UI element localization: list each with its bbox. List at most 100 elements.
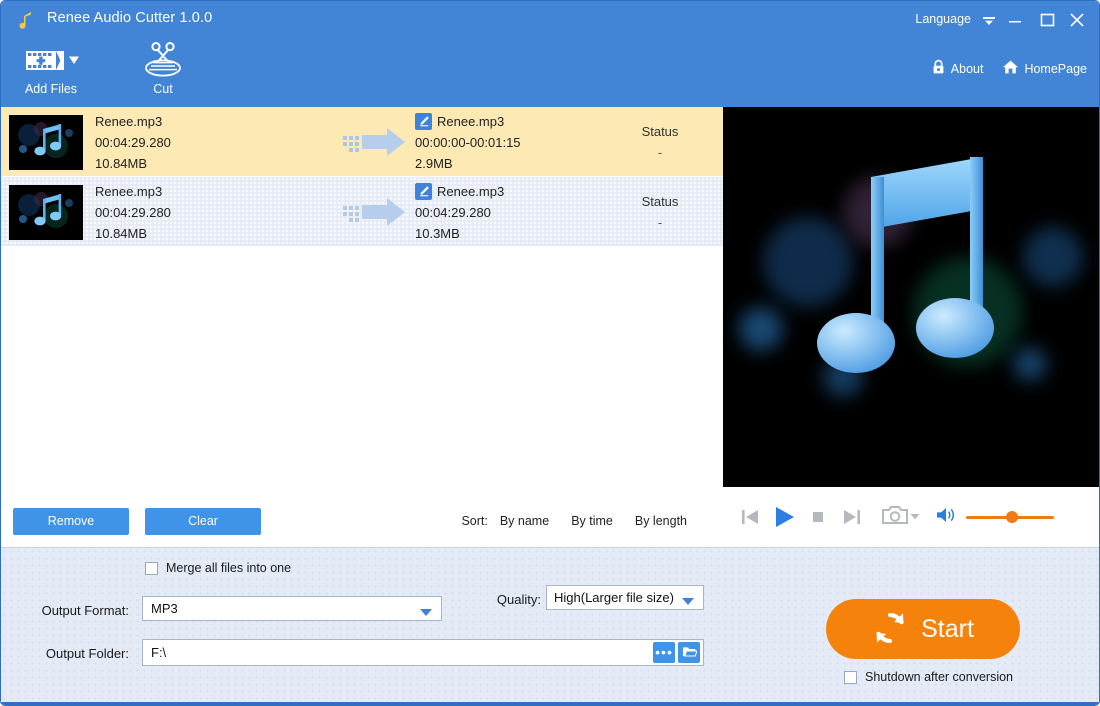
source-duration: 00:04:29.280	[95, 134, 171, 150]
app-header: Renee Audio Cutter 1.0.0 Language About …	[1, 1, 1099, 107]
source-duration: 00:04:29.280	[95, 204, 171, 220]
output-format-label: Output Format:	[41, 603, 129, 618]
home-icon	[1002, 59, 1019, 78]
volume-slider[interactable]	[966, 511, 1054, 523]
thumbnail	[9, 114, 83, 170]
header-links: About HomePage	[931, 59, 1087, 78]
file-list[interactable]: Renee.mp3 00:04:29.280 10.84MB Renee.mp3…	[1, 107, 723, 495]
table-row[interactable]: Renee.mp3 00:04:29.280 10.84MB Renee.mp3…	[1, 177, 723, 247]
target-size: 10.3MB	[415, 225, 460, 241]
homepage-button[interactable]: HomePage	[1002, 59, 1087, 78]
play-icon[interactable]	[767, 500, 801, 534]
thumbnail	[9, 184, 83, 240]
chevron-down-icon[interactable]	[909, 508, 921, 526]
status-label: Status	[641, 194, 679, 209]
sort-by-time[interactable]: By time	[571, 514, 613, 528]
sort-controls: Sort: By name By time By length	[461, 514, 687, 528]
skip-next-icon[interactable]	[835, 500, 869, 534]
target-size: 2.9MB	[415, 155, 453, 171]
skip-previous-icon[interactable]	[733, 500, 767, 534]
output-folder-input[interactable]	[143, 645, 653, 660]
about-button[interactable]: About	[931, 59, 984, 78]
scissors-icon	[121, 41, 205, 79]
status-badge: -	[657, 145, 663, 160]
close-icon[interactable]	[1065, 9, 1089, 31]
target-name: Renee.mp3	[437, 183, 505, 199]
add-files-label: Add Files	[24, 82, 78, 96]
browse-dots-label: •••	[655, 644, 673, 660]
quality-select[interactable]: High(Larger file size)	[546, 585, 704, 610]
target-info: Renee.mp3 00:00:00-00:01:15 2.9MB	[415, 111, 605, 174]
output-folder-label: Output Folder:	[45, 646, 129, 661]
merge-files-option[interactable]: Merge all files into one	[145, 561, 291, 575]
add-files-icon	[9, 41, 93, 79]
chevron-down-icon[interactable]	[981, 14, 997, 28]
shutdown-checkbox[interactable]	[844, 670, 857, 684]
source-info: Renee.mp3 00:04:29.280 10.84MB	[95, 111, 335, 174]
clear-button[interactable]: Clear	[145, 507, 261, 535]
target-info: Renee.mp3 00:04:29.280 10.3MB	[415, 181, 605, 244]
edit-pencil-icon[interactable]	[415, 112, 432, 130]
open-folder-button[interactable]	[678, 642, 700, 663]
maximize-icon[interactable]	[1035, 9, 1059, 31]
volume-control[interactable]	[935, 505, 1054, 530]
volume-slider-knob[interactable]	[1006, 511, 1018, 523]
start-label: Start	[921, 614, 974, 643]
output-format-select[interactable]: MP3	[142, 596, 442, 621]
camera-icon	[881, 504, 909, 531]
target-name: Renee.mp3	[437, 113, 505, 129]
snapshot-button[interactable]	[881, 504, 921, 531]
status-cell: Status -	[605, 191, 715, 233]
shutdown-option[interactable]: Shutdown after conversion	[844, 670, 1013, 684]
sort-label: Sort:	[461, 514, 488, 528]
browse-folder-button[interactable]: •••	[653, 642, 675, 663]
lock-icon	[931, 59, 946, 78]
shutdown-label: Shutdown after conversion	[865, 670, 1014, 684]
source-size: 10.84MB	[95, 155, 148, 171]
language-menu[interactable]: Language	[915, 12, 971, 26]
minimize-icon[interactable]	[1003, 9, 1027, 31]
table-row[interactable]: Renee.mp3 00:04:29.280 10.84MB Renee.mp3…	[1, 107, 723, 177]
merge-files-checkbox[interactable]	[145, 561, 158, 575]
app-title: Renee Audio Cutter 1.0.0	[47, 10, 213, 26]
stop-icon[interactable]	[801, 500, 835, 534]
arrow-right-icon	[335, 197, 415, 227]
source-size: 10.84MB	[95, 225, 148, 241]
title-bar: Renee Audio Cutter 1.0.0 Language	[1, 1, 1099, 39]
app-window: Renee Audio Cutter 1.0.0 Language About …	[0, 0, 1100, 706]
cut-button[interactable]: Cut	[121, 41, 205, 103]
cut-label: Cut	[153, 82, 173, 96]
list-action-bar: Remove Clear Sort: By name By time By le…	[1, 495, 723, 547]
quality-label: Quality:	[496, 592, 541, 607]
target-range: 00:04:29.280	[415, 204, 491, 220]
status-badge: -	[657, 215, 663, 230]
homepage-label: HomePage	[1024, 61, 1087, 76]
chevron-down-icon[interactable]	[681, 594, 695, 609]
target-range: 00:00:00-00:01:15	[415, 134, 521, 150]
output-folder-row[interactable]: •••	[142, 639, 704, 666]
sort-by-length[interactable]: By length	[635, 514, 687, 528]
source-name: Renee.mp3	[95, 113, 163, 129]
start-button[interactable]: Start	[826, 599, 1020, 659]
music-note-artwork	[817, 157, 994, 373]
sort-by-name[interactable]: By name	[500, 514, 549, 528]
source-name: Renee.mp3	[95, 183, 163, 199]
about-label: About	[950, 61, 984, 76]
output-format-value: MP3	[151, 601, 178, 616]
chevron-down-icon[interactable]	[419, 605, 433, 620]
row-divider	[1, 246, 723, 247]
status-cell: Status -	[605, 121, 715, 163]
quality-value: High(Larger file size)	[554, 590, 674, 605]
edit-pencil-icon[interactable]	[415, 182, 432, 200]
folder-open-icon	[682, 645, 698, 661]
add-files-button[interactable]: Add Files	[9, 41, 93, 103]
music-note-icon	[15, 9, 39, 33]
status-label: Status	[641, 124, 679, 139]
merge-files-label: Merge all files into one	[166, 561, 292, 575]
preview-panel[interactable]	[723, 107, 1099, 487]
refresh-icon	[872, 610, 908, 649]
remove-button[interactable]: Remove	[13, 507, 129, 535]
player-controls	[723, 487, 1099, 547]
volume-icon[interactable]	[935, 505, 957, 530]
source-info: Renee.mp3 00:04:29.280 10.84MB	[95, 181, 335, 244]
